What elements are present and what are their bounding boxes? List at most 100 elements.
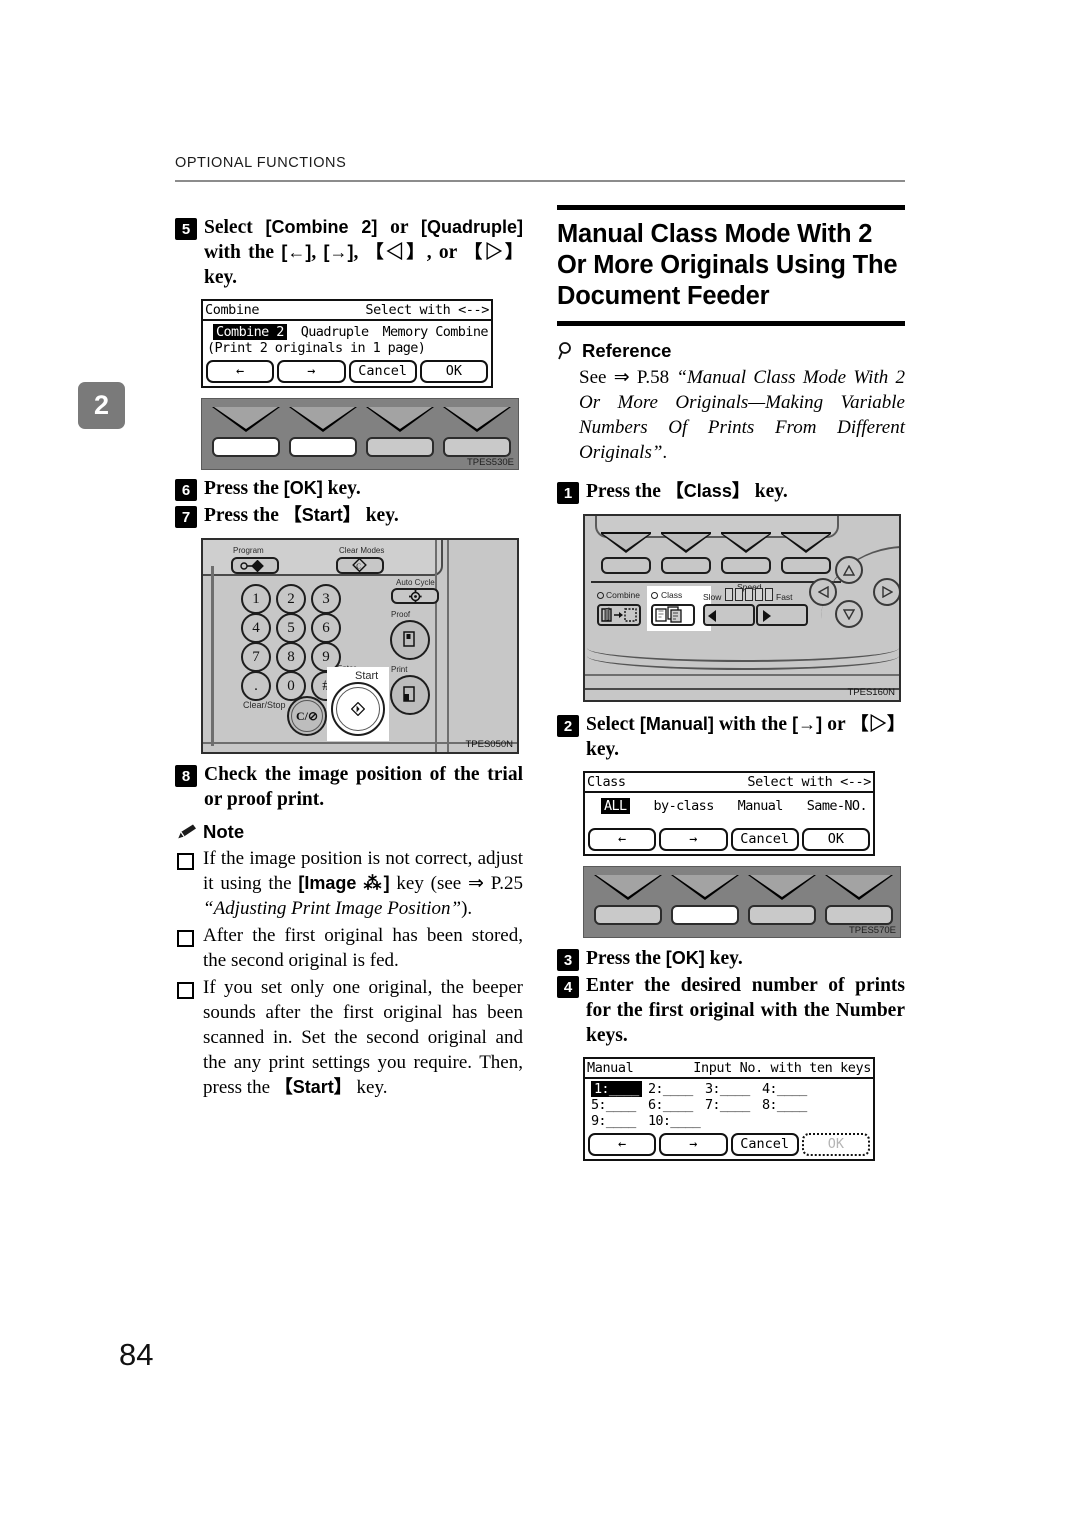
num-key-1[interactable]: 1 [241, 584, 271, 614]
label-proof: Proof [391, 610, 411, 619]
softkey-4[interactable] [781, 557, 831, 574]
step2-t1: Select [586, 714, 640, 735]
up-triangle-icon [843, 564, 855, 576]
lcd-button-right[interactable]: → [659, 1133, 728, 1156]
clear-modes-key[interactable]: C [336, 557, 384, 574]
slot-4[interactable]: 4:____ [762, 1081, 819, 1097]
step5-key-next: 【▷】 [464, 242, 524, 262]
auto-cycle-key[interactable] [391, 588, 439, 604]
nav-down-key[interactable] [835, 600, 863, 628]
lcd-button-right[interactable]: → [277, 360, 346, 383]
lcd-button-right[interactable]: → [659, 828, 728, 851]
num-key-8[interactable]: 8 [276, 642, 306, 672]
slot-2[interactable]: 2:____ [648, 1081, 705, 1097]
lcd-button-ok[interactable]: OK [801, 1133, 870, 1156]
lcd-button-cancel[interactable]: Cancel [730, 828, 799, 851]
label-start: Start [355, 670, 379, 682]
lcd-option-same-no[interactable]: Same-NO. [807, 798, 868, 814]
lcd-combine-options: Combine 2 Quadruple Memory Combine [207, 324, 489, 340]
slot-8[interactable]: 8:____ [762, 1097, 819, 1113]
num-key-2[interactable]: 2 [276, 584, 306, 614]
num-key-dot[interactable]: . [241, 671, 271, 701]
lcd-option-by-class[interactable]: by-class [654, 798, 715, 814]
softkey-button-4[interactable] [443, 437, 511, 457]
print-icon [403, 686, 415, 702]
step-6: 6 Press the [OK] key. [175, 476, 523, 501]
softkey-2[interactable] [661, 557, 711, 574]
softkey-arrow-icon [594, 875, 662, 900]
nav-up-key[interactable] [835, 556, 863, 584]
slot-5[interactable]: 5:____ [591, 1097, 648, 1113]
slot-6[interactable]: 6:____ [648, 1097, 705, 1113]
softkey-button-3[interactable] [748, 905, 816, 925]
start-key[interactable] [331, 682, 385, 736]
step-5: 5 Select [Combine 2] or [Quadruple] with… [175, 215, 523, 290]
clear-stop-key[interactable]: C/⊘ [287, 696, 327, 736]
left-triangle-icon [708, 610, 716, 622]
num-key-7[interactable]: 7 [241, 642, 271, 672]
note-text: If the image position is not correct, ad… [203, 846, 523, 921]
speed-up-key[interactable] [756, 604, 808, 626]
program-key[interactable] [231, 557, 279, 574]
right-triangle-icon [881, 586, 893, 598]
softkey-button-4[interactable] [825, 905, 893, 925]
combine-key[interactable] [597, 604, 641, 626]
operation-panel-illustration: Program Clear Modes C 1 2 3 4 5 6 7 8 9 … [201, 538, 519, 754]
num-key-4[interactable]: 4 [241, 613, 271, 643]
slot-1[interactable]: 1:____ [591, 1081, 648, 1097]
left-column: 5 Select [Combine 2] or [Quadruple] with… [175, 215, 523, 1100]
softkey-button-1[interactable] [212, 437, 280, 457]
softkey-panel-illustration-2: TPES570E [583, 866, 901, 938]
print-key[interactable] [390, 675, 430, 715]
softkey-3[interactable] [721, 557, 771, 574]
step-text: Select [Manual] with the [→] or 【▷】 key. [586, 712, 905, 762]
softkey-button-2[interactable] [289, 437, 357, 457]
num-key-5[interactable]: 5 [276, 613, 306, 643]
slot-9[interactable]: 9:____ [591, 1113, 648, 1129]
nav-left-key[interactable] [809, 578, 837, 606]
lcd-button-left[interactable]: ← [588, 828, 657, 851]
down-triangle-icon [843, 608, 855, 620]
proof-key[interactable] [390, 620, 430, 660]
step1-t2: key. [749, 481, 788, 502]
num-key-3[interactable]: 3 [311, 584, 341, 614]
softkey-button-3[interactable] [366, 437, 434, 457]
note1-t3: ). [461, 898, 473, 919]
note1-i1: “Adjusting Print Image Position” [203, 898, 462, 919]
slot-3[interactable]: 3:____ [705, 1081, 762, 1097]
slot-10[interactable]: 10:____ [648, 1113, 705, 1129]
section-rule-bottom [557, 321, 905, 326]
lcd-option-manual[interactable]: Manual [738, 798, 784, 814]
lcd-button-cancel[interactable]: Cancel [348, 360, 417, 383]
lcd-button-ok[interactable]: OK [801, 828, 870, 851]
figure-caption: TPES050N [465, 739, 513, 750]
proof-icon [403, 631, 415, 647]
lcd-button-left[interactable]: ← [206, 360, 275, 383]
step3-key-ok: [OK] [665, 948, 705, 968]
lcd-option-quadruple[interactable]: Quadruple [301, 324, 369, 340]
step-3: 3 Press the [OK] key. [557, 946, 905, 971]
lcd-button-left[interactable]: ← [588, 1133, 657, 1156]
speed-down-key[interactable] [703, 604, 755, 626]
step-number: 4 [557, 976, 579, 998]
slot-7[interactable]: 7:____ [705, 1097, 762, 1113]
lcd-option-memory-combine[interactable]: Memory Combine [383, 324, 489, 340]
left-triangle-icon [817, 586, 829, 598]
class-icon [655, 606, 682, 623]
num-key-6[interactable]: 6 [311, 613, 341, 643]
note-bullet-icon [177, 853, 194, 870]
lcd-button-cancel[interactable]: Cancel [730, 1133, 799, 1156]
step-text: Check the image position of the trial or… [204, 764, 523, 810]
softkey-button-2[interactable] [671, 905, 739, 925]
softkey-1[interactable] [601, 557, 651, 574]
lcd-option-all[interactable]: ALL [601, 798, 630, 814]
nav-right-key[interactable] [873, 578, 899, 606]
step-number: 7 [175, 506, 197, 528]
lcd-option-combine2[interactable]: Combine 2 [213, 324, 287, 340]
lcd-combine-hint: Select with <--> [365, 302, 489, 318]
note3-t2: key. [351, 1077, 388, 1098]
softkey-button-1[interactable] [594, 905, 662, 925]
lcd-button-ok[interactable]: OK [419, 360, 488, 383]
label-program: Program [233, 546, 264, 555]
class-key[interactable] [651, 604, 695, 626]
